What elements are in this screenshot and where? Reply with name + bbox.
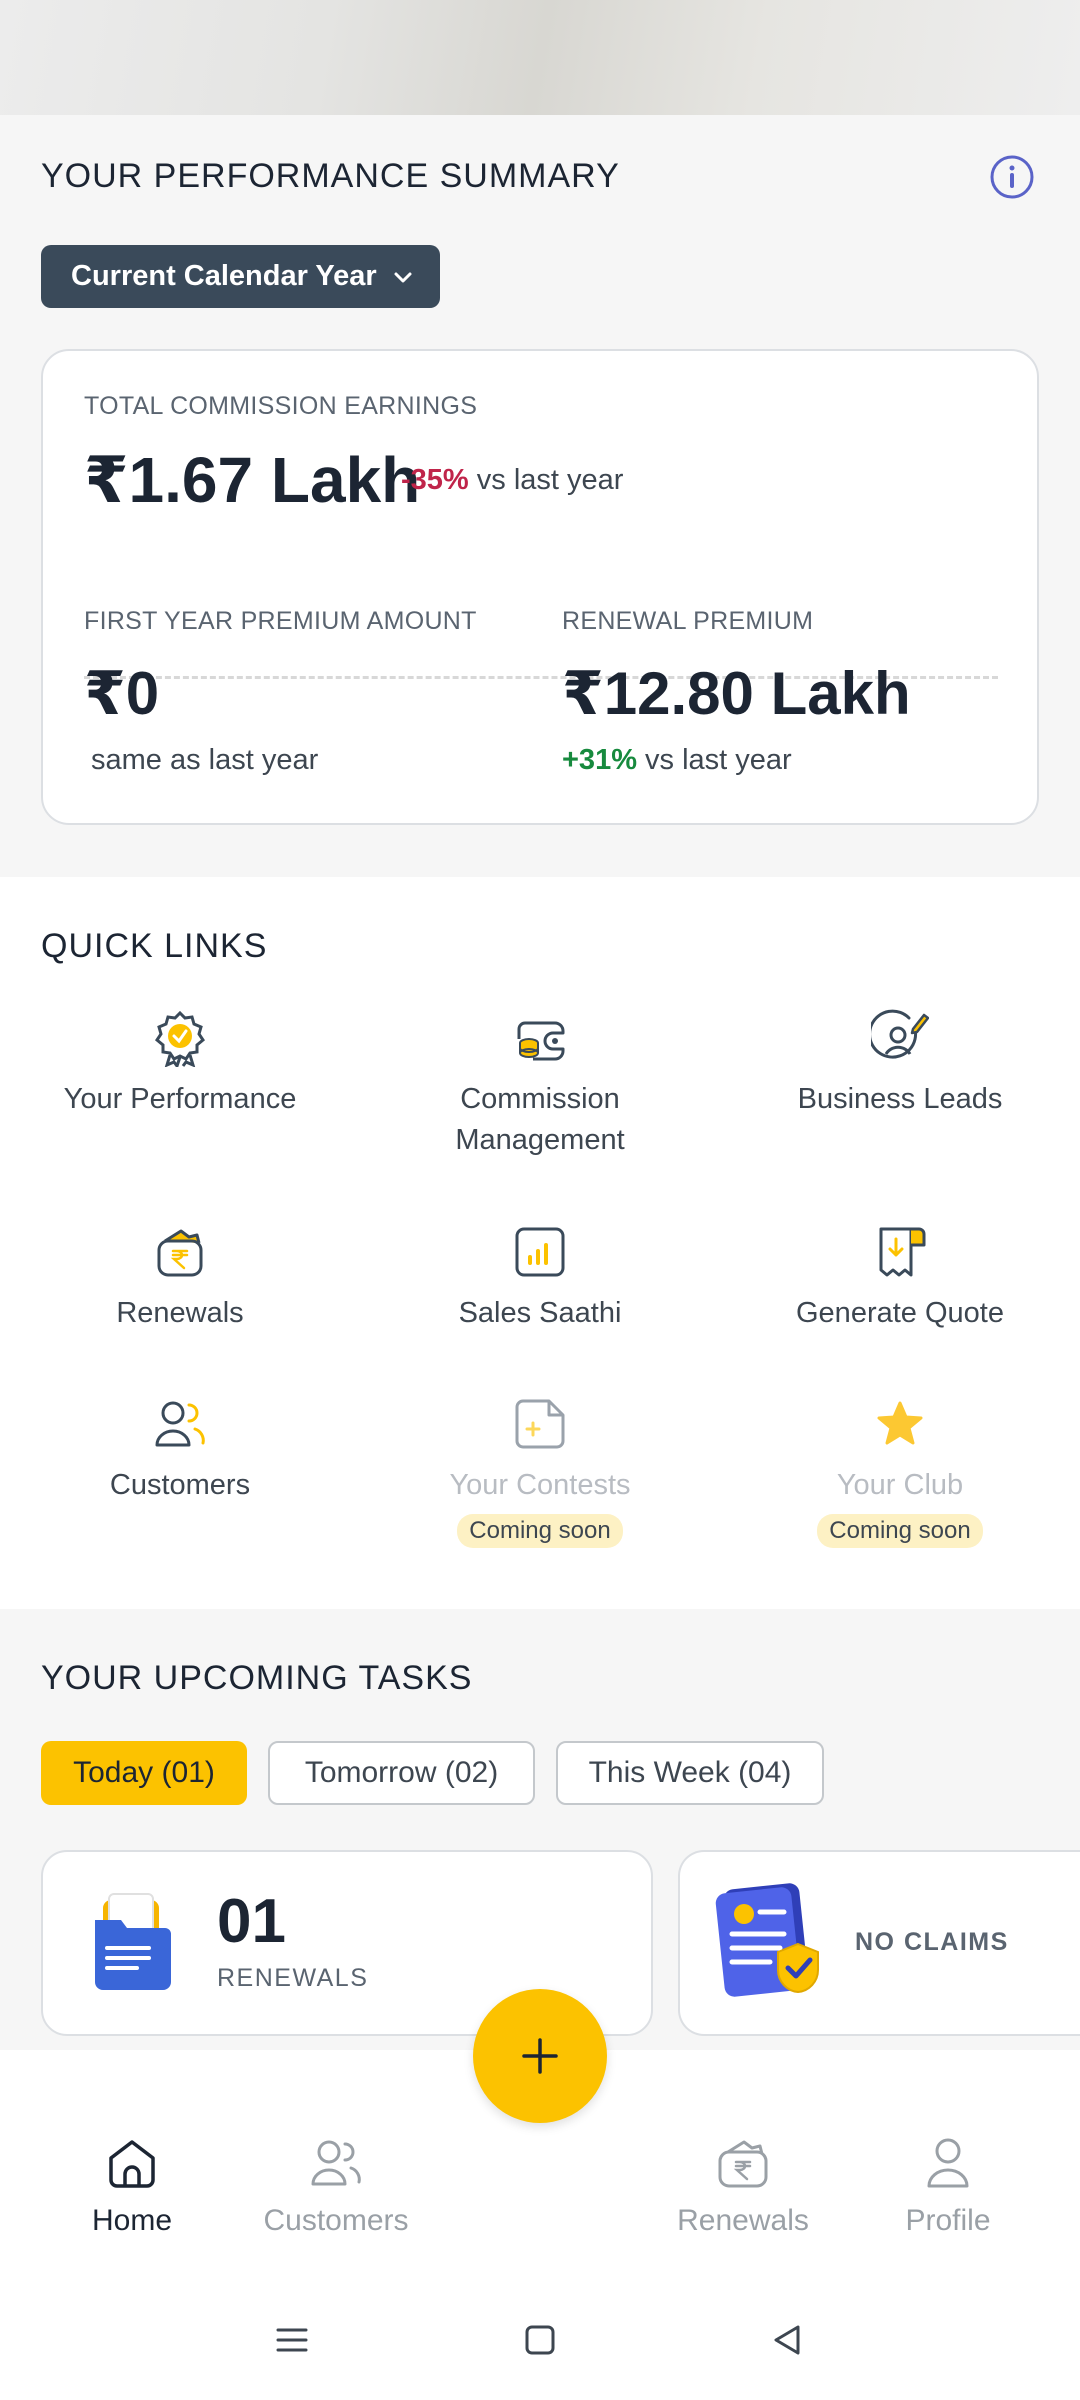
quick-link-label-line2: Management <box>455 1124 625 1156</box>
nav-label: Profile <box>905 2204 991 2237</box>
home-square-icon[interactable] <box>510 2310 570 2370</box>
quick-links-section: QUICK LINKS Your Performance Commission … <box>0 877 1080 1609</box>
quick-links-title: QUICK LINKS <box>41 927 268 965</box>
quick-link-label: Your Club <box>836 1469 964 1501</box>
quick-link-label: Your Performance <box>63 1083 297 1115</box>
total-commission-change-suffix: vs last year <box>476 464 624 496</box>
tab-tomorrow[interactable]: Tomorrow (02) <box>268 1741 535 1805</box>
star-icon <box>877 1401 923 1445</box>
tab-this-week[interactable]: This Week (04) <box>556 1741 824 1805</box>
performance-card: TOTAL COMMISSION EARNINGS ₹1.67 Lakh -35… <box>41 349 1039 825</box>
folder-documents-icon <box>95 1893 171 1990</box>
renewals-label: RENEWALS <box>217 1964 369 1992</box>
performance-summary-title: YOUR PERFORMANCE SUMMARY <box>41 157 620 195</box>
quick-link-label: Customers <box>109 1469 251 1501</box>
total-commission-change-percent: -35% <box>401 464 469 496</box>
quick-link-your-performance[interactable]: Your Performance <box>0 1009 360 1120</box>
nav-label: Home <box>91 2204 173 2237</box>
nav-label: Renewals <box>677 2204 809 2237</box>
renewal-premium-change: +31% vs last year <box>562 744 792 777</box>
plus-icon <box>522 2038 558 2074</box>
no-claims-label: NO CLAIMS <box>855 1928 1009 1956</box>
rupee-bag-icon <box>157 1229 203 1277</box>
upcoming-tasks-section: YOUR UPCOMING TASKS Today (01) Tomorrow … <box>0 1609 1080 2049</box>
task-card-claims[interactable]: NO CLAIMS <box>678 1850 1080 2036</box>
rupee-bag-icon <box>718 2140 768 2188</box>
award-badge-icon <box>155 1010 205 1067</box>
tab-today[interactable]: Today (01) <box>41 1741 247 1805</box>
user-edit-icon <box>871 1009 929 1059</box>
coming-soon-badge: Coming soon <box>457 1514 623 1548</box>
note-add-icon <box>515 1399 565 1449</box>
nav-home[interactable]: Home <box>32 2134 232 2238</box>
renewal-premium-change-suffix: vs last year <box>645 744 792 776</box>
info-icon[interactable] <box>989 154 1035 200</box>
quick-link-business-leads[interactable]: Business Leads <box>720 1009 1080 1120</box>
quick-link-your-contests[interactable]: Your Contests Coming soon <box>360 1395 720 1548</box>
period-selector-label: Current Calendar Year <box>71 260 377 292</box>
nav-profile[interactable]: Profile <box>848 2134 1048 2238</box>
chevron-down-icon <box>394 272 412 282</box>
renewals-count: 01 <box>217 1887 286 1956</box>
quick-link-customers[interactable]: Customers <box>0 1395 360 1506</box>
users-icon <box>311 2140 361 2186</box>
period-selector-button[interactable]: Current Calendar Year <box>41 245 440 308</box>
renewal-premium-value: ₹12.80 Lakh <box>562 660 911 727</box>
quick-link-label: Generate Quote <box>796 1297 1004 1329</box>
quick-link-label: Commission Management <box>360 1079 720 1161</box>
users-icon <box>155 1401 205 1447</box>
quick-link-label: Business Leads <box>797 1083 1003 1115</box>
back-icon[interactable] <box>758 2310 818 2370</box>
renewal-premium-label: RENEWAL PREMIUM <box>562 607 814 635</box>
coming-soon-badge: Coming soon <box>817 1514 983 1548</box>
nav-label: Customers <box>263 2204 409 2237</box>
renewal-premium-change-percent: +31% <box>562 744 637 776</box>
quick-link-generate-quote[interactable]: Generate Quote <box>720 1223 1080 1334</box>
receipt-icon <box>879 1227 926 1277</box>
first-year-premium-value: ₹0 <box>84 660 160 727</box>
shield-document-icon <box>715 1883 820 1997</box>
wallet-coins-icon <box>517 1021 565 1061</box>
first-year-premium-label: FIRST YEAR PREMIUM AMOUNT <box>84 607 477 635</box>
quick-link-label: Sales Saathi <box>458 1297 622 1329</box>
quick-link-renewals[interactable]: Renewals <box>0 1223 360 1334</box>
quick-link-sales-saathi[interactable]: Sales Saathi <box>360 1223 720 1334</box>
quick-link-commission-management[interactable]: Commission Management <box>360 1009 720 1161</box>
nav-customers[interactable]: Customers <box>236 2134 436 2238</box>
top-banner-image <box>0 0 1080 115</box>
home-icon <box>109 2140 155 2188</box>
performance-summary-section: YOUR PERFORMANCE SUMMARY Current Calenda… <box>0 115 1080 877</box>
total-commission-label: TOTAL COMMISSION EARNINGS <box>84 392 478 420</box>
upcoming-tasks-title: YOUR UPCOMING TASKS <box>41 1659 473 1697</box>
quick-link-label: Your Contests <box>449 1469 631 1501</box>
quick-link-your-club[interactable]: Your Club Coming soon <box>720 1395 1080 1548</box>
first-year-premium-note: same as last year <box>91 744 319 776</box>
quick-link-label-line1: Commission <box>460 1083 620 1115</box>
quick-link-label: Renewals <box>116 1297 244 1329</box>
system-navigation-bar <box>0 2280 1080 2400</box>
total-commission-value: ₹1.67 Lakh <box>84 444 421 516</box>
menu-icon[interactable] <box>262 2310 322 2370</box>
user-icon <box>927 2138 969 2188</box>
nav-renewals[interactable]: Renewals <box>643 2134 843 2238</box>
add-button[interactable] <box>473 1989 607 2123</box>
total-commission-change: -35% vs last year <box>401 464 623 497</box>
bar-chart-icon <box>515 1227 565 1277</box>
